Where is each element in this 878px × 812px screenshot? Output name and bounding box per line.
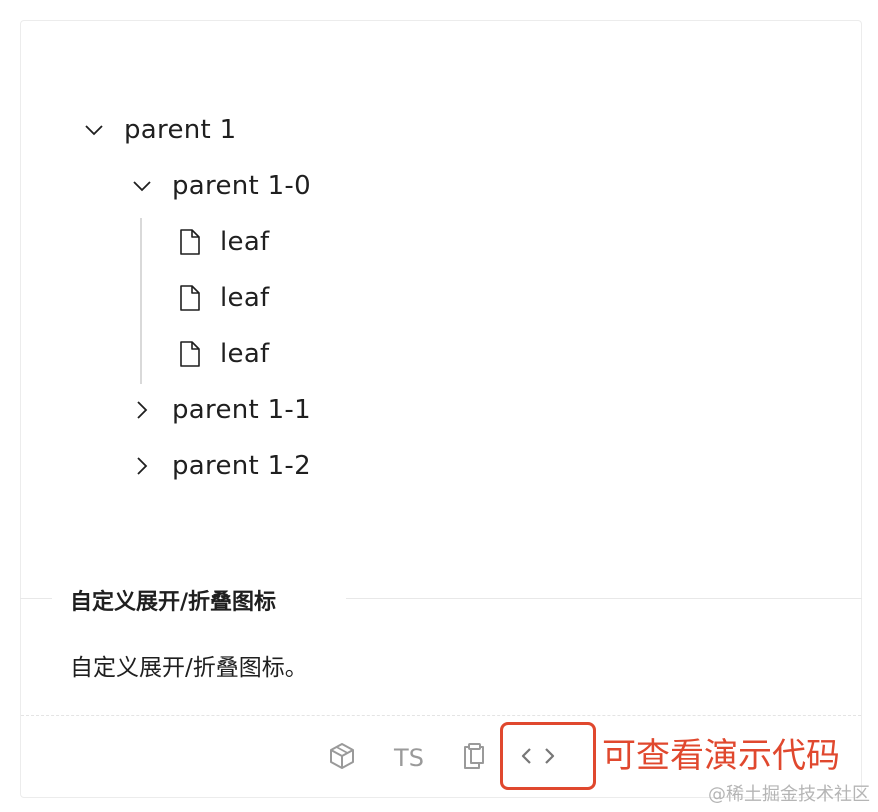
tree-indent-line <box>140 218 142 384</box>
section-divider <box>346 598 862 599</box>
show-code-button[interactable] <box>516 736 560 780</box>
chevron-right-icon[interactable] <box>126 394 158 426</box>
chevron-down-icon[interactable] <box>78 114 110 146</box>
watermark: @稀土掘金技术社区 <box>708 784 870 805</box>
tree-node-leaf[interactable]: leaf <box>174 334 270 374</box>
tree-node-title[interactable]: parent 1 <box>124 115 236 145</box>
tree-node-title[interactable]: parent 1-0 <box>172 171 311 201</box>
chevron-right-icon[interactable] <box>126 450 158 482</box>
tree-node-parent-1-0[interactable]: parent 1-0 <box>126 166 311 206</box>
codesandbox-icon <box>329 742 355 774</box>
annotation-label: 可查看演示代码 <box>602 736 840 776</box>
file-icon <box>174 226 206 258</box>
tree-node-parent-1[interactable]: parent 1 <box>78 110 236 150</box>
tree-node-title[interactable]: leaf <box>220 283 270 313</box>
tree-node-parent-1-2[interactable]: parent 1-2 <box>126 446 311 486</box>
code-icon <box>520 745 556 771</box>
file-icon <box>174 338 206 370</box>
tree-node-leaf[interactable]: leaf <box>174 278 270 318</box>
tree-node-title[interactable]: leaf <box>220 339 270 369</box>
section-title: 自定义展开/折叠图标 <box>70 590 277 615</box>
chevron-down-icon[interactable] <box>126 170 158 202</box>
section-divider <box>20 598 52 599</box>
ts-label: TS <box>394 744 424 772</box>
tree-node-parent-1-1[interactable]: parent 1-1 <box>126 390 311 430</box>
tree-node-title[interactable]: leaf <box>220 227 270 257</box>
section-description: 自定义展开/折叠图标。 <box>70 655 308 681</box>
codesandbox-button[interactable] <box>322 736 362 780</box>
copy-icon <box>462 742 486 774</box>
actions-divider <box>21 715 861 716</box>
copy-code-button[interactable] <box>454 736 494 780</box>
typescript-toggle-button[interactable]: TS <box>386 736 432 780</box>
file-icon <box>174 282 206 314</box>
tree-node-title[interactable]: parent 1-2 <box>172 451 311 481</box>
tree-node-title[interactable]: parent 1-1 <box>172 395 311 425</box>
tree-node-leaf[interactable]: leaf <box>174 222 270 262</box>
